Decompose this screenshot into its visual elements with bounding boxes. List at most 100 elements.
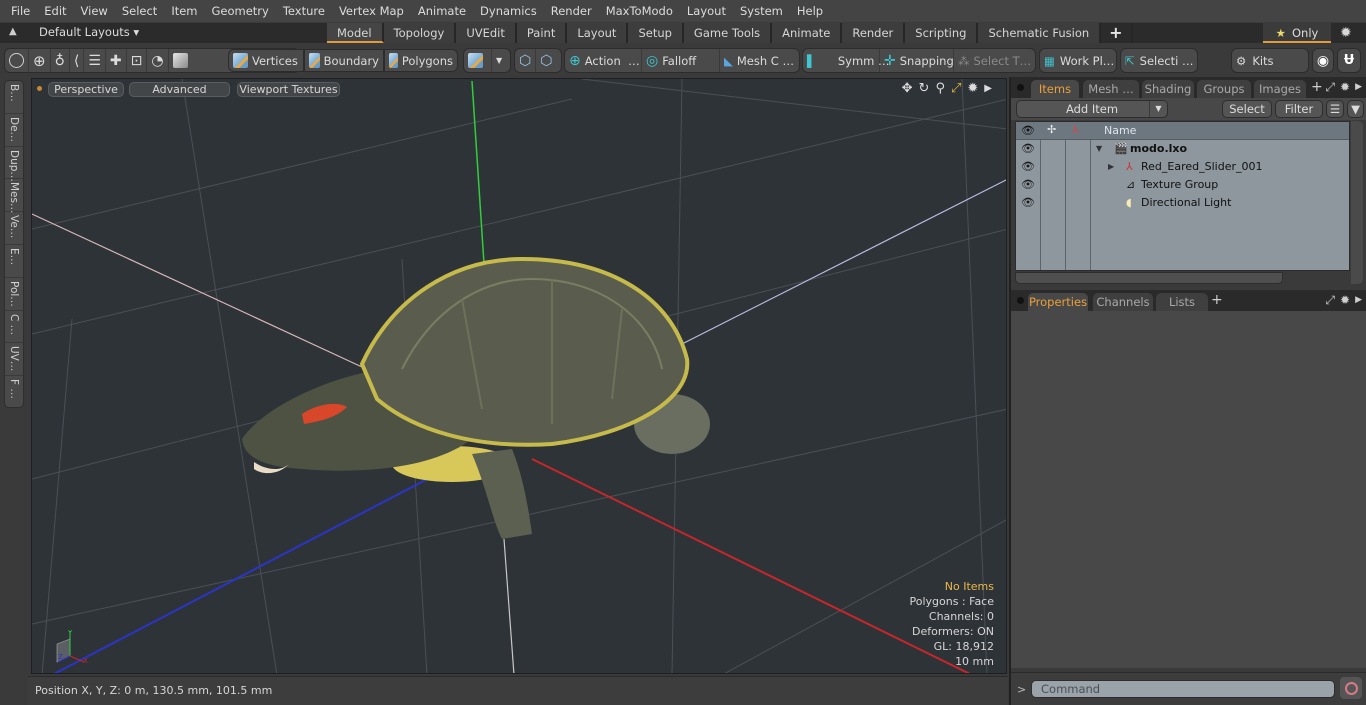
gear-icon[interactable]: ✹ [1340,80,1350,95]
record-macro-button[interactable] [1340,677,1362,699]
viewport-menu-dot[interactable] [37,86,42,91]
add-tab-button[interactable]: + [1311,79,1323,95]
item-mode-button[interactable] [169,49,196,72]
falloff-button[interactable]: ◎ Falloff [642,49,720,72]
tab-lists[interactable]: Lists [1156,293,1208,311]
tab-scripting[interactable]: Scripting [905,23,979,43]
tab-model[interactable]: Model [327,23,384,43]
select-through-button[interactable]: ⁂ Select T… [954,49,1032,72]
tab-render[interactable]: Render [842,23,906,43]
menu-select[interactable]: Select [115,0,164,22]
tab-groups[interactable]: Groups [1197,80,1251,98]
tab-setup[interactable]: Setup [628,23,684,43]
shading-mode-button[interactable]: Advanced [129,82,230,97]
tab-images[interactable]: Images [1254,80,1306,98]
left-tab-uv[interactable]: UV… [5,343,23,377]
material-mode-dropdown[interactable]: ▼ [492,49,506,72]
menu-view[interactable]: View [74,0,115,22]
cross-button[interactable]: ✚ [106,49,127,72]
filter-button[interactable]: Filter [1275,100,1323,118]
select-circle-button[interactable] [5,49,29,72]
menu-render[interactable]: Render [544,0,599,22]
expand-icon[interactable]: ⤢ [1325,80,1335,95]
tab-schematic-fusion[interactable]: Schematic Fusion [978,23,1102,43]
menu-dynamics[interactable]: Dynamics [473,0,544,22]
play-arrow-icon[interactable]: ▶ [984,81,992,97]
left-tab-curve[interactable]: C … [5,311,23,344]
filter-funnel-button[interactable]: ▼ [1347,100,1364,118]
only-button[interactable]: ★ Only [1263,23,1331,43]
snapping-button[interactable]: ✛ Snapping [880,49,954,72]
menu-geometry[interactable]: Geometry [205,0,276,22]
align-button[interactable]: ☰ [84,49,106,72]
eye-icon[interactable]: 👁 [1021,178,1035,191]
left-tab-edge[interactable]: E… [5,245,23,278]
left-tab-fusion[interactable]: F … [5,376,23,409]
tree-horizontal-scrollbar[interactable] [1015,272,1283,284]
play-arrow-icon[interactable]: ▶ [1355,293,1362,308]
3d-viewport[interactable]: Y X Z Perspective Advanced Viewport Text… [31,78,1007,674]
add-item-button[interactable]: Add Item ▼ [1016,100,1168,118]
viewport-textures-button[interactable]: Viewport Textures [237,82,340,97]
tree-row-mesh[interactable]: 👁 ▶ ⅄ Red_Eared_Slider_001 [1016,158,1349,176]
tree-vertical-scrollbar[interactable] [1351,121,1363,284]
menu-maxtomodo[interactable]: MaxToModo [599,0,680,22]
boundary-button[interactable]: Boundary [304,49,384,72]
panel-menu-dot[interactable] [1017,84,1024,91]
menu-help[interactable]: Help [790,0,830,22]
gear-icon[interactable]: ✹ [1340,293,1350,308]
tab-uvedit[interactable]: UVEdit [456,23,517,43]
zoom-icon[interactable]: ⚲ [935,81,945,97]
play-arrow-icon[interactable]: ▶ [1355,80,1362,95]
center-pivot-button[interactable]: ⬡ [515,49,537,72]
maximize-icon[interactable]: ⤢ [951,81,961,97]
menu-edit[interactable]: Edit [37,0,73,22]
eye-icon[interactable]: 👁 [1021,124,1035,137]
lasso-button[interactable]: ⟨ [70,49,85,72]
tab-mesh[interactable]: Mesh … [1083,80,1139,98]
perspective-view-button[interactable]: Perspective [48,82,124,97]
material-mode-button[interactable] [464,49,492,72]
vertices-button[interactable]: Vertices [228,49,304,72]
symmetry-button[interactable]: ▌ Symm … [803,49,890,72]
eye-icon[interactable]: 👁 [1021,160,1035,173]
pen-button[interactable]: ♁ [51,49,70,72]
square-circle-button[interactable]: ⊡ [127,49,148,72]
left-tab-deform[interactable]: De… [5,114,23,147]
selection-sets-button[interactable]: ⇱ Selecti … [1121,49,1197,72]
eye-icon[interactable]: 👁 [1021,196,1035,209]
action-center-button[interactable]: ⊕ Action … [565,49,642,72]
unreal-button[interactable]: Ʉ [1337,48,1361,73]
menu-animate[interactable]: Animate [411,0,473,22]
mesh-constraints-button[interactable]: ◣ Mesh C … [720,49,799,72]
list-options-button[interactable]: ☰ [1326,100,1344,118]
work-plane-button[interactable]: ▦ Work Pl… [1040,49,1118,72]
left-tab-b[interactable]: B… [5,81,23,114]
tree-row-texture-group[interactable]: 👁 ⊿ Texture Group [1016,176,1349,194]
command-input[interactable]: Command [1031,680,1335,698]
turtle-model[interactable] [242,256,710,539]
chevron-down-icon[interactable]: ▼ [1149,101,1167,117]
eye-icon[interactable]: 👁 [1021,142,1035,155]
default-layouts-dropdown[interactable]: Default Layouts ▾ [39,25,139,39]
unity-button[interactable]: ◉ [1312,48,1334,73]
expand-triangle-icon[interactable]: ▶ [1108,162,1114,171]
tab-paint[interactable]: Paint [516,23,568,43]
menu-texture[interactable]: Texture [276,0,332,22]
polygons-button[interactable]: Polygons [384,49,458,72]
menu-item[interactable]: Item [164,0,204,22]
pan-icon[interactable]: ✥ [902,81,913,97]
expand-icon[interactable]: ⤢ [1325,293,1335,308]
kits-button[interactable]: ⚙ Kits [1232,49,1278,72]
left-tab-mesh[interactable]: Mes… [5,179,23,214]
center-origin-button[interactable]: ⬡ [536,49,556,72]
dial-button[interactable]: ◔ [147,49,169,72]
left-tab-polygon[interactable]: Pol… [5,278,23,311]
rotate-icon[interactable]: ↻ [919,81,930,97]
menu-layout[interactable]: Layout [680,0,733,22]
gear-icon[interactable]: ✹ [1340,25,1352,41]
lock-pin-icon[interactable]: ✢ [1047,123,1056,136]
menu-vertex-map[interactable]: Vertex Map [332,0,411,22]
tab-game-tools[interactable]: Game Tools [683,23,773,43]
tab-topology[interactable]: Topology [383,23,457,43]
